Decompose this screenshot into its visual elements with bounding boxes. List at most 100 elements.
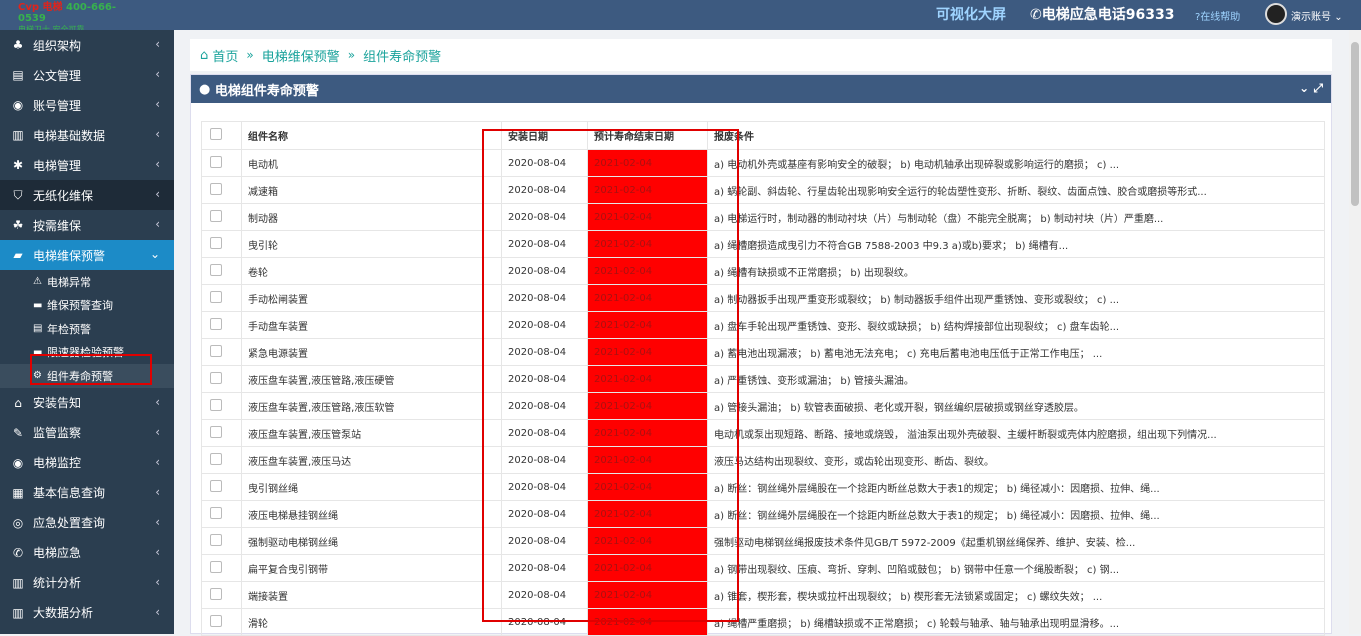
- table-row[interactable]: 手动松闸装置 2020-08-04 2021-02-04 a) 制动器扳手出现严重变形…: [201, 284, 1325, 312]
- sidebar-item[interactable]: ⛉ 无纸化维保 ‹: [0, 180, 174, 210]
- row-checkbox[interactable]: [201, 473, 242, 501]
- expand-icon[interactable]: ⤢: [1313, 81, 1323, 95]
- table-row[interactable]: 液压盘车装置,液压管泵站 2020-08-04 2021-02-04 电动机或泵出现短…: [201, 419, 1325, 447]
- install-date-cell: 2020-08-04: [501, 500, 588, 528]
- lifebuoy-icon: ◎: [12, 515, 24, 530]
- panel-header: ● 电梯组件寿命预警 ⌄ ⤢: [191, 75, 1331, 103]
- sidebar-item[interactable]: ⌂ 安装告知 ‹: [0, 388, 174, 418]
- table-row[interactable]: 紧急电源装置 2020-08-04 2021-02-04 a) 蓄电池出现漏液； b)…: [201, 338, 1325, 366]
- row-checkbox[interactable]: [201, 581, 242, 609]
- sidebar-subitem[interactable]: ▬ 维保预警查询: [0, 294, 174, 318]
- row-checkbox[interactable]: [201, 446, 242, 474]
- visual-screen-link[interactable]: 可视化大屏: [936, 4, 1006, 24]
- sidebar-item[interactable]: ▦ 基本信息查询 ‹: [0, 478, 174, 508]
- row-checkbox[interactable]: [201, 149, 242, 177]
- table-row[interactable]: 液压盘车装置,液压马达 2020-08-04 2021-02-04 液压马达结构出现裂…: [201, 446, 1325, 474]
- sidebar-item[interactable]: ✎ 监管监察 ‹: [0, 418, 174, 448]
- account-menu[interactable]: 演示账号 ⌄: [1291, 8, 1343, 23]
- select-all-checkbox[interactable]: [201, 121, 242, 150]
- component-name-cell: 曳引钢丝绳: [241, 473, 502, 501]
- column-header[interactable]: 预计寿命结束日期: [587, 121, 708, 150]
- sidebar-subitem[interactable]: ⚙ 组件寿命预警: [0, 364, 174, 388]
- sidebar-item[interactable]: ▰ 电梯维保预警 ⌄: [0, 240, 174, 270]
- table-row[interactable]: 电动机 2020-08-04 2021-02-04 a) 电动机外壳或基座有影响安全的…: [201, 149, 1325, 177]
- sidebar-item[interactable]: ▥ 电梯基础数据 ‹: [0, 120, 174, 150]
- scrap-condition-cell: a) 盘车手轮出现严重锈蚀、变形、裂纹或缺损； b) 结构焊接部位出现裂纹； c…: [707, 311, 1325, 339]
- install-date-cell: 2020-08-04: [501, 203, 588, 231]
- component-name-cell: 液压电梯悬挂钢丝绳: [241, 500, 502, 528]
- row-checkbox[interactable]: [201, 338, 242, 366]
- table-row[interactable]: 端接装置 2020-08-04 2021-02-04 a) 锥套，楔形套，楔块或拉杆出…: [201, 581, 1325, 609]
- sidebar-item[interactable]: ✆ 电梯应急 ‹: [0, 538, 174, 568]
- submenu-icon: ▤: [33, 323, 43, 335]
- install-date-cell: 2020-08-04: [501, 392, 588, 420]
- column-header[interactable]: 报废条件: [707, 121, 1325, 150]
- breadcrumb-home[interactable]: 首页: [212, 46, 238, 65]
- sidebar-item[interactable]: ◎ 应急处置查询 ‹: [0, 508, 174, 538]
- table-row[interactable]: 液压盘车装置,液压管路,液压软管 2020-08-04 2021-02-04 a) 管…: [201, 392, 1325, 420]
- sidebar-item[interactable]: ♣ 组织架构 ‹: [0, 30, 174, 60]
- scrap-condition-cell: 强制驱动电梯钢丝绳报废技术条件见GB/T 5972-2009《起重机钢丝绳保养、…: [707, 527, 1325, 555]
- scrollbar-thumb[interactable]: [1351, 42, 1359, 206]
- row-checkbox[interactable]: [201, 527, 242, 555]
- sidebar-item[interactable]: ☘ 按需维保 ‹: [0, 210, 174, 240]
- life-end-date-cell: 2021-02-04: [587, 554, 708, 582]
- table-row[interactable]: 强制驱动电梯钢丝绳 2020-08-04 2021-02-04 强制驱动电梯钢丝绳报废…: [201, 527, 1325, 555]
- table-row[interactable]: 液压盘车装置,液压管路,液压硬管 2020-08-04 2021-02-04 a) 严…: [201, 365, 1325, 393]
- gavel-icon: ✎: [12, 425, 24, 440]
- chevron-left-icon: ‹: [155, 514, 160, 529]
- logo: Cvp 电梯 400-666-0539 电梯卫士 安全可靠: [18, 2, 117, 34]
- row-checkbox[interactable]: [201, 176, 242, 204]
- sidebar-item[interactable]: ✱ 电梯管理 ‹: [0, 150, 174, 180]
- column-header[interactable]: 安装日期: [501, 121, 588, 150]
- table-row[interactable]: 曳引轮 2020-08-04 2021-02-04 a) 绳槽磨损造成曳引力不符合GB…: [201, 230, 1325, 258]
- sidebar-item[interactable]: ▤ 公文管理 ‹: [0, 60, 174, 90]
- top-bar: Cvp 电梯 400-666-0539 电梯卫士 安全可靠 可视化大屏 ✆电梯应…: [0, 0, 1361, 34]
- sidebar-item[interactable]: ◉ 账号管理 ‹: [0, 90, 174, 120]
- panel: ● 电梯组件寿命预警 ⌄ ⤢ 组件名称 安装日期 预计寿命结束日期 报废条件 电…: [190, 74, 1332, 636]
- scrap-condition-cell: a) 制动器扳手出现严重变形或裂纹； b) 制动器扳手组件出现严重锈蚀、变形或裂…: [707, 284, 1325, 312]
- row-checkbox[interactable]: [201, 257, 242, 285]
- table-row[interactable]: 减速箱 2020-08-04 2021-02-04 a) 蜗轮副、斜齿轮、行星齿轮出现…: [201, 176, 1325, 204]
- sidebar-subitem[interactable]: ⚠ 电梯异常: [0, 270, 174, 294]
- row-checkbox[interactable]: [201, 230, 242, 258]
- user-circle-icon: ◉: [12, 98, 24, 112]
- row-checkbox[interactable]: [201, 311, 242, 339]
- scrollbar[interactable]: [1349, 30, 1361, 634]
- submenu-icon: ▬: [33, 346, 43, 358]
- table-row[interactable]: 扁平复合曳引钢带 2020-08-04 2021-02-04 a) 钢带出现裂纹、压痕…: [201, 554, 1325, 582]
- column-header[interactable]: 组件名称: [241, 121, 502, 150]
- table-row[interactable]: 手动盘车装置 2020-08-04 2021-02-04 a) 盘车手轮出现严重锈蚀、…: [201, 311, 1325, 339]
- row-checkbox[interactable]: [201, 419, 242, 447]
- component-name-cell: 制动器: [241, 203, 502, 231]
- breadcrumb-level1[interactable]: 电梯维保预警: [262, 46, 340, 65]
- sidebar-item[interactable]: ▥ 统计分析 ‹: [0, 568, 174, 598]
- sidebar-item[interactable]: ▥ 大数据分析 ‹: [0, 598, 174, 628]
- component-name-cell: 强制驱动电梯钢丝绳: [241, 527, 502, 555]
- table-row[interactable]: 制动器 2020-08-04 2021-02-04 a) 电梯运行时，制动器的制动衬块…: [201, 203, 1325, 231]
- row-checkbox[interactable]: [201, 554, 242, 582]
- chevron-left-icon: ‹: [155, 37, 160, 51]
- row-checkbox[interactable]: [201, 608, 242, 636]
- table-row[interactable]: 曳引钢丝绳 2020-08-04 2021-02-04 a) 断丝：钢丝绳外层绳股在一…: [201, 473, 1325, 501]
- row-checkbox[interactable]: [201, 203, 242, 231]
- online-help-link[interactable]: ?在线帮助: [1195, 8, 1240, 23]
- sidebar-subitem[interactable]: ▤ 年检预警: [0, 317, 174, 341]
- document-icon: ▤: [12, 68, 24, 82]
- avatar[interactable]: [1265, 3, 1287, 25]
- row-checkbox[interactable]: [201, 500, 242, 528]
- table-row[interactable]: 卷轮 2020-08-04 2021-02-04 a) 绳槽有缺损或不正常磨损； b)…: [201, 257, 1325, 285]
- collapse-icon[interactable]: ⌄: [1299, 81, 1309, 95]
- table-row[interactable]: 液压电梯悬挂钢丝绳 2020-08-04 2021-02-04 a) 断丝：钢丝绳外层…: [201, 500, 1325, 528]
- table-row[interactable]: 滑轮 2020-08-04 2021-02-04 a) 绳槽严重磨损； b) 绳槽缺损…: [201, 608, 1325, 636]
- chevron-left-icon: ‹: [155, 67, 160, 81]
- row-checkbox[interactable]: [201, 365, 242, 393]
- chevron-left-icon: ‹: [155, 574, 160, 589]
- sidebar-item[interactable]: ◉ 电梯监控 ‹: [0, 448, 174, 478]
- row-checkbox[interactable]: [201, 392, 242, 420]
- life-end-date-cell: 2021-02-04: [587, 365, 708, 393]
- sidebar-subitem[interactable]: ▬ 限速器检验预警: [0, 341, 174, 365]
- row-checkbox[interactable]: [201, 284, 242, 312]
- component-name-cell: 滑轮: [241, 608, 502, 636]
- life-end-date-cell: 2021-02-04: [587, 149, 708, 177]
